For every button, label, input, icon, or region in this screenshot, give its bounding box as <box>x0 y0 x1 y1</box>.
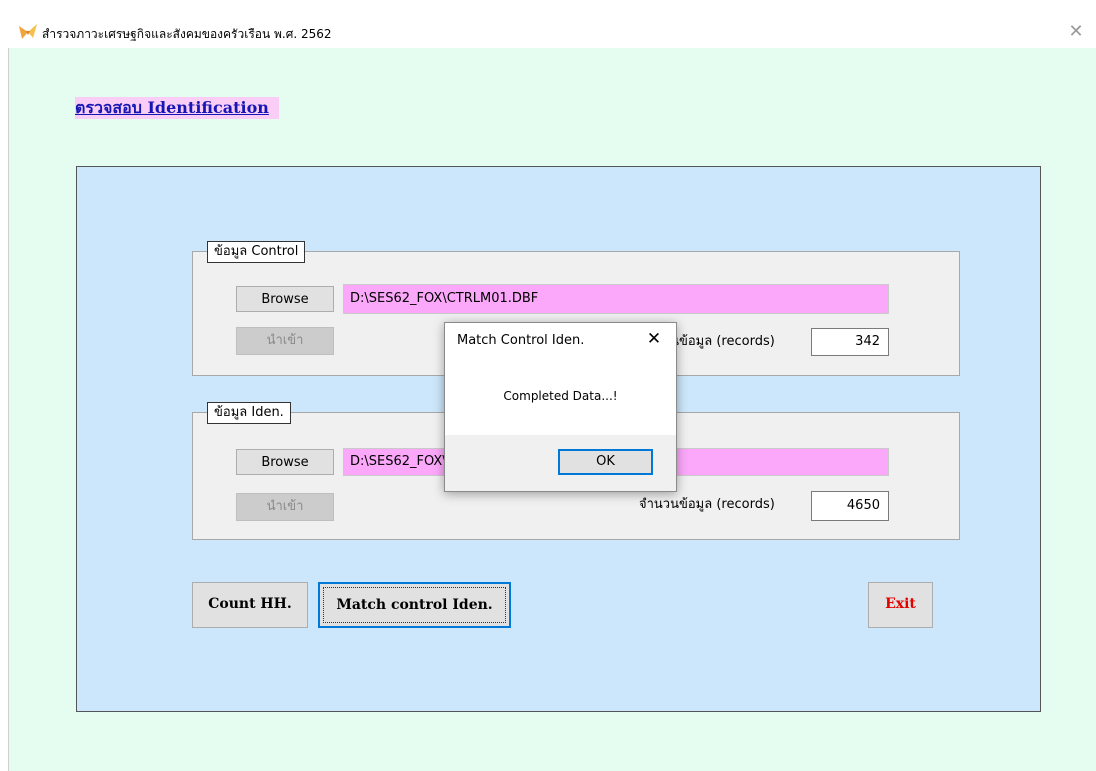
control-import-button[interactable]: นำเข้า <box>236 327 334 355</box>
exit-button[interactable]: Exit <box>868 582 933 628</box>
control-group-label: ข้อมูล Control <box>207 241 306 263</box>
page-title: ตรวจสอบ Identification <box>75 97 279 119</box>
iden-browse-button[interactable]: Browse <box>236 449 334 475</box>
window-title: สำรวจภาวะเศรษฐกิจและสังคมของครัวเรือน พ.… <box>42 27 332 41</box>
iden-import-button[interactable]: นำเข้า <box>236 493 334 521</box>
window-titlebar: สำรวจภาวะเศรษฐกิจและสังคมของครัวเรือน พ.… <box>0 0 1096 48</box>
count-hh-button[interactable]: Count HH. <box>192 582 308 628</box>
match-button-label: Match control Iden. <box>323 587 506 623</box>
iden-group-label: ข้อมูล Iden. <box>207 402 291 424</box>
iden-count-label: จำนวนข้อมูล (records) <box>639 497 775 512</box>
dialog-message: Completed Data...! <box>503 389 618 403</box>
app-logo-icon <box>19 24 37 39</box>
dialog-ok-button[interactable]: OK <box>558 449 653 475</box>
iden-count-field[interactable]: 4650 <box>811 491 889 521</box>
control-path-field[interactable]: D:\SES62_FOX\CTRLM01.DBF <box>343 284 889 314</box>
match-control-iden-button[interactable]: Match control Iden. <box>318 582 511 628</box>
dialog-close-icon[interactable]: ✕ <box>644 327 664 351</box>
control-browse-button[interactable]: Browse <box>236 286 334 312</box>
exit-button-label: Exit <box>885 596 916 612</box>
control-count-field[interactable]: 342 <box>811 328 889 356</box>
dialog-footer: OK <box>445 435 676 491</box>
window-close-icon[interactable]: ✕ <box>1064 20 1088 44</box>
match-complete-dialog: Match Control Iden. ✕ Completed Data...!… <box>444 322 677 492</box>
dialog-title: Match Control Iden. <box>457 333 585 348</box>
